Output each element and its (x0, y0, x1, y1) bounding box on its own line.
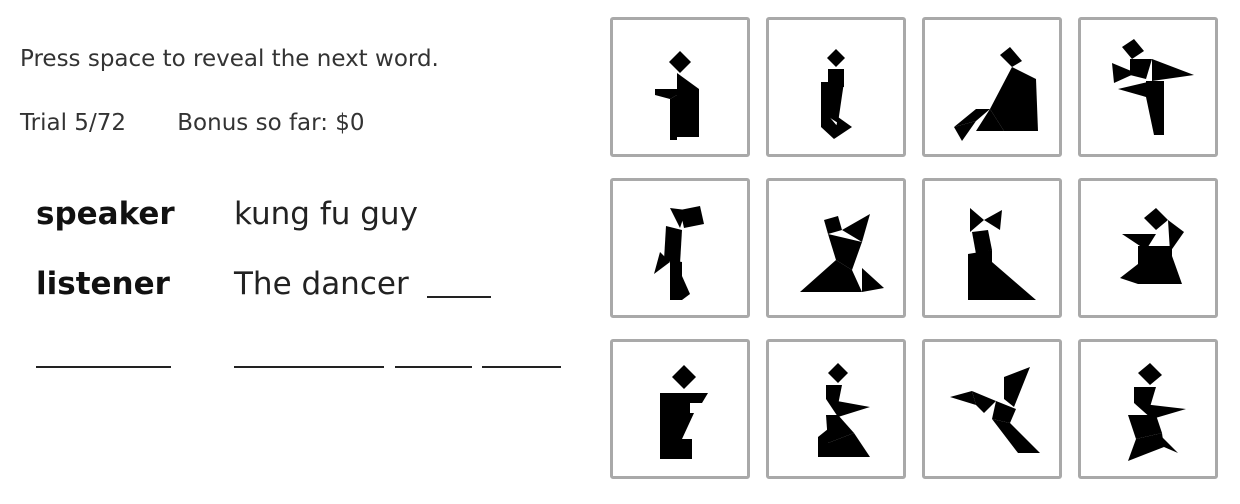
listener-message: The dancer (234, 266, 409, 302)
word-blank (482, 366, 561, 368)
tangram-figure-10-icon (818, 363, 870, 457)
trial-counter: Trial 5/72 (20, 110, 126, 136)
tangram-figure-5-icon (654, 206, 704, 300)
tangram-grid (610, 17, 1218, 479)
tangram-figure-2-icon (821, 49, 852, 139)
word-blank (234, 366, 384, 368)
tangram-figure-12-icon (1128, 363, 1186, 461)
tangram-tile[interactable] (766, 17, 906, 157)
tangram-tile[interactable] (922, 178, 1062, 318)
tangram-tile[interactable] (1078, 178, 1218, 318)
tangram-tile[interactable] (610, 17, 750, 157)
tangram-figure-11-icon (950, 367, 1040, 453)
tangram-tile[interactable] (610, 339, 750, 479)
tangram-figure-9-icon (660, 365, 708, 459)
speaker-message: kung fu guy (234, 196, 418, 232)
speaker-label: speaker (36, 196, 175, 232)
word-blank (427, 296, 491, 298)
tangram-figure-3-icon (954, 47, 1038, 141)
word-blank (36, 366, 171, 368)
tangram-tile[interactable] (766, 178, 906, 318)
status-row: Trial 5/72 Bonus so far: $0 (20, 110, 365, 136)
tangram-figure-8-icon (1120, 208, 1184, 284)
bonus-display: Bonus so far: $0 (177, 110, 365, 136)
tangram-tile[interactable] (1078, 17, 1218, 157)
tangram-tile[interactable] (922, 17, 1062, 157)
tangram-tile[interactable] (610, 178, 750, 318)
tangram-tile[interactable] (766, 339, 906, 479)
word-blank (395, 366, 472, 368)
instructions-text: Press space to reveal the next word. (20, 46, 439, 72)
tangram-figure-4-icon (1112, 39, 1194, 135)
tangram-figure-6-icon (800, 214, 884, 292)
tangram-figure-7-icon (968, 208, 1036, 300)
tangram-figure-1-icon (655, 51, 699, 140)
tangram-tile[interactable] (922, 339, 1062, 479)
listener-label: listener (36, 266, 170, 302)
tangram-tile[interactable] (1078, 339, 1218, 479)
